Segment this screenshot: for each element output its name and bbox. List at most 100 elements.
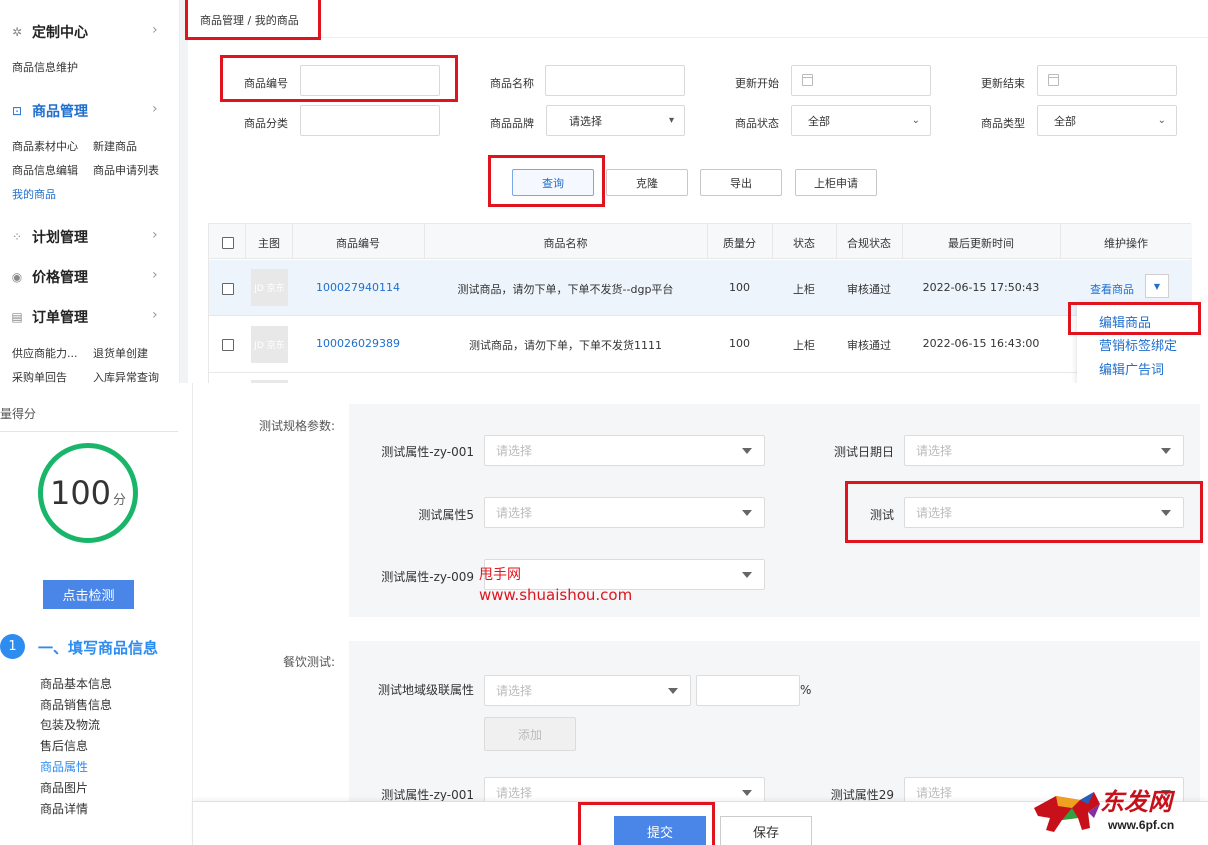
calendar-icon <box>802 74 813 86</box>
highlight-box <box>220 55 458 102</box>
add-button[interactable]: 添加 <box>484 717 576 751</box>
region-select[interactable]: 请选择 <box>484 675 691 706</box>
nav-images[interactable]: 商品图片 <box>40 779 88 796</box>
watermark-url: www.shuaishou.com <box>479 586 633 604</box>
attribute-select[interactable]: 请选择 <box>484 497 765 528</box>
quality-score: 100 <box>729 337 750 350</box>
sidebar-item-purchase[interactable]: 采购单回告 <box>12 369 67 383</box>
sidebar-item-inbound[interactable]: 入库异常查询 <box>93 369 159 383</box>
type-label: 商品类型 <box>981 117 1025 130</box>
my-products-screen: ✲ 定制中心 › 商品信息维护 ⊡ 商品管理 › 商品素材中心 新建商品 商品信… <box>0 0 1208 383</box>
col-product-name: 商品名称 <box>543 237 588 250</box>
sidebar-item-material[interactable]: 商品素材中心 <box>12 138 78 154</box>
highlight-box <box>1068 302 1201 335</box>
sidebar-group-custom[interactable]: ✲ 定制中心 <box>10 22 88 42</box>
product-name-label: 商品名称 <box>490 77 534 90</box>
nav-details[interactable]: 商品详情 <box>40 800 88 817</box>
sidebar-item-edit-goods[interactable]: 商品信息编辑 <box>12 162 78 178</box>
sidebar-item-goods-info[interactable]: 商品信息维护 <box>12 59 78 75</box>
sidebar-group-price[interactable]: ◉ 价格管理 <box>10 267 88 287</box>
attribute-select[interactable]: 请选择 <box>484 435 765 466</box>
compliance-value: 审核通过 <box>847 283 891 296</box>
field-label: 测试属性-zy-009 <box>381 570 474 584</box>
score-caption: 量得分 <box>0 407 37 421</box>
spec-params-label: 测试规格参数: <box>259 419 336 433</box>
product-thumbnail[interactable]: JD 京东 <box>251 326 288 363</box>
calendar-icon <box>1048 74 1059 86</box>
table-row[interactable]: JD 京东 100026029389 测试商品，请勿下单，下单不发货1111 1… <box>209 317 1192 373</box>
sidebar-item-apply-list[interactable]: 商品申请列表 <box>93 162 159 178</box>
percent-sign: % <box>800 683 812 697</box>
divider <box>0 431 178 432</box>
chevron-down-icon: ⌄ <box>1157 115 1166 126</box>
highlight-box <box>185 0 321 40</box>
products-table: 主图 商品编号 商品名称 质量分 状态 合规状态 最后更新时间 维护操作 JD … <box>208 223 1192 383</box>
edit-sidebar: 量得分 100 分 点击检测 1 一、填写商品信息 商品基本信息 商品销售信息 … <box>0 383 193 845</box>
caret-down-icon <box>742 448 752 454</box>
sidebar-item-my-goods[interactable]: 我的商品 <box>12 186 56 202</box>
export-button[interactable]: 导出 <box>700 169 782 196</box>
view-product-link[interactable]: 查看商品 <box>1087 281 1137 297</box>
clone-button[interactable]: 克隆 <box>606 169 688 196</box>
chevron-down-icon: ⌄ <box>911 115 920 126</box>
nav-basic-info[interactable]: 商品基本信息 <box>40 675 112 692</box>
quality-score-ring: 100 分 <box>38 443 138 543</box>
row-checkbox[interactable] <box>222 283 234 295</box>
highlight-box <box>488 155 605 207</box>
order-icon: ▤ <box>11 310 23 324</box>
select-all-checkbox[interactable] <box>222 237 234 249</box>
price-icon: ◉ <box>11 270 23 284</box>
brand-label: 商品品牌 <box>490 117 534 130</box>
sidebar-group-plan[interactable]: ⁘ 计划管理 <box>10 227 88 247</box>
field-label: 测试地域级联属性 <box>377 683 474 697</box>
product-no-link[interactable]: 100027940114 <box>292 281 424 294</box>
nav-packaging-logistics[interactable]: 包装及物流 <box>40 716 100 733</box>
shelf-apply-button[interactable]: 上柜申请 <box>795 169 877 196</box>
highlight-box <box>578 802 715 845</box>
table-row[interactable]: JD 京东 100027940114 测试商品，请勿下单，下单不发货--dgp平… <box>209 260 1192 316</box>
brand-select[interactable]: 请选择 ▾ <box>546 105 685 136</box>
nav-sales-info[interactable]: 商品销售信息 <box>40 696 112 713</box>
more-actions-dropdown-toggle[interactable]: ▼ <box>1145 274 1169 298</box>
highlight-box <box>845 481 1203 543</box>
menu-item-edit-ad-words[interactable]: 编辑广告词 <box>1099 359 1164 378</box>
sidebar-group-order[interactable]: ▤ 订单管理 <box>10 307 88 327</box>
field-label: 测试日期日 <box>833 445 894 459</box>
menu-item-marketing-tag[interactable]: 营销标签绑定 <box>1099 335 1177 354</box>
custom-icon: ✲ <box>11 25 23 39</box>
category-label: 商品分类 <box>244 117 288 130</box>
sidebar-group-goods[interactable]: ⊡ 商品管理 <box>10 101 88 121</box>
category-input[interactable] <box>300 105 440 136</box>
update-start-date-input[interactable] <box>791 65 931 96</box>
type-select[interactable]: 全部 ⌄ <box>1037 105 1177 136</box>
sidebar-item-supplier[interactable]: 供应商能力... <box>12 345 78 361</box>
step-title: 一、填写商品信息 <box>38 639 159 657</box>
row-checkbox[interactable] <box>222 339 234 351</box>
status-value: 上柜 <box>793 339 815 352</box>
save-button[interactable]: 保存 <box>720 816 812 845</box>
status-select[interactable]: 全部 ⌄ <box>791 105 931 136</box>
check-button[interactable]: 点击检测 <box>43 580 134 609</box>
table-header: 主图 商品编号 商品名称 质量分 状态 合规状态 最后更新时间 维护操作 <box>209 224 1192 259</box>
col-score: 质量分 <box>723 237 756 250</box>
sidebar-item-return[interactable]: 退货单创建 <box>93 345 148 361</box>
watermark-text: 甩手网 <box>479 567 521 583</box>
update-end-date-input[interactable] <box>1037 65 1177 96</box>
product-thumbnail[interactable]: JD 京东 <box>251 269 288 306</box>
product-edit-screen: 量得分 100 分 点击检测 1 一、填写商品信息 商品基本信息 商品销售信息 … <box>0 383 1208 845</box>
attribute-select[interactable]: 请选择 <box>904 435 1184 466</box>
sidebar-item-new-goods[interactable]: 新建商品 <box>93 138 137 154</box>
composite-screenshot: ✲ 定制中心 › 商品信息维护 ⊡ 商品管理 › 商品素材中心 新建商品 商品信… <box>0 0 1208 845</box>
update-end-label: 更新结束 <box>981 77 1025 90</box>
product-name-input[interactable] <box>545 65 685 96</box>
percent-input[interactable] <box>696 675 800 706</box>
nav-after-sales[interactable]: 售后信息 <box>40 737 88 754</box>
caret-down-icon <box>668 688 678 694</box>
logo-text: 东发网 <box>1100 787 1172 816</box>
col-thumb: 主图 <box>258 237 280 250</box>
product-no-link[interactable]: 100026029389 <box>292 337 424 350</box>
nav-attributes[interactable]: 商品属性 <box>40 758 88 775</box>
goods-icon: ⊡ <box>11 104 23 118</box>
updated-time: 2022-06-15 16:43:00 <box>922 337 1040 350</box>
chevron-right-icon: › <box>152 227 158 243</box>
